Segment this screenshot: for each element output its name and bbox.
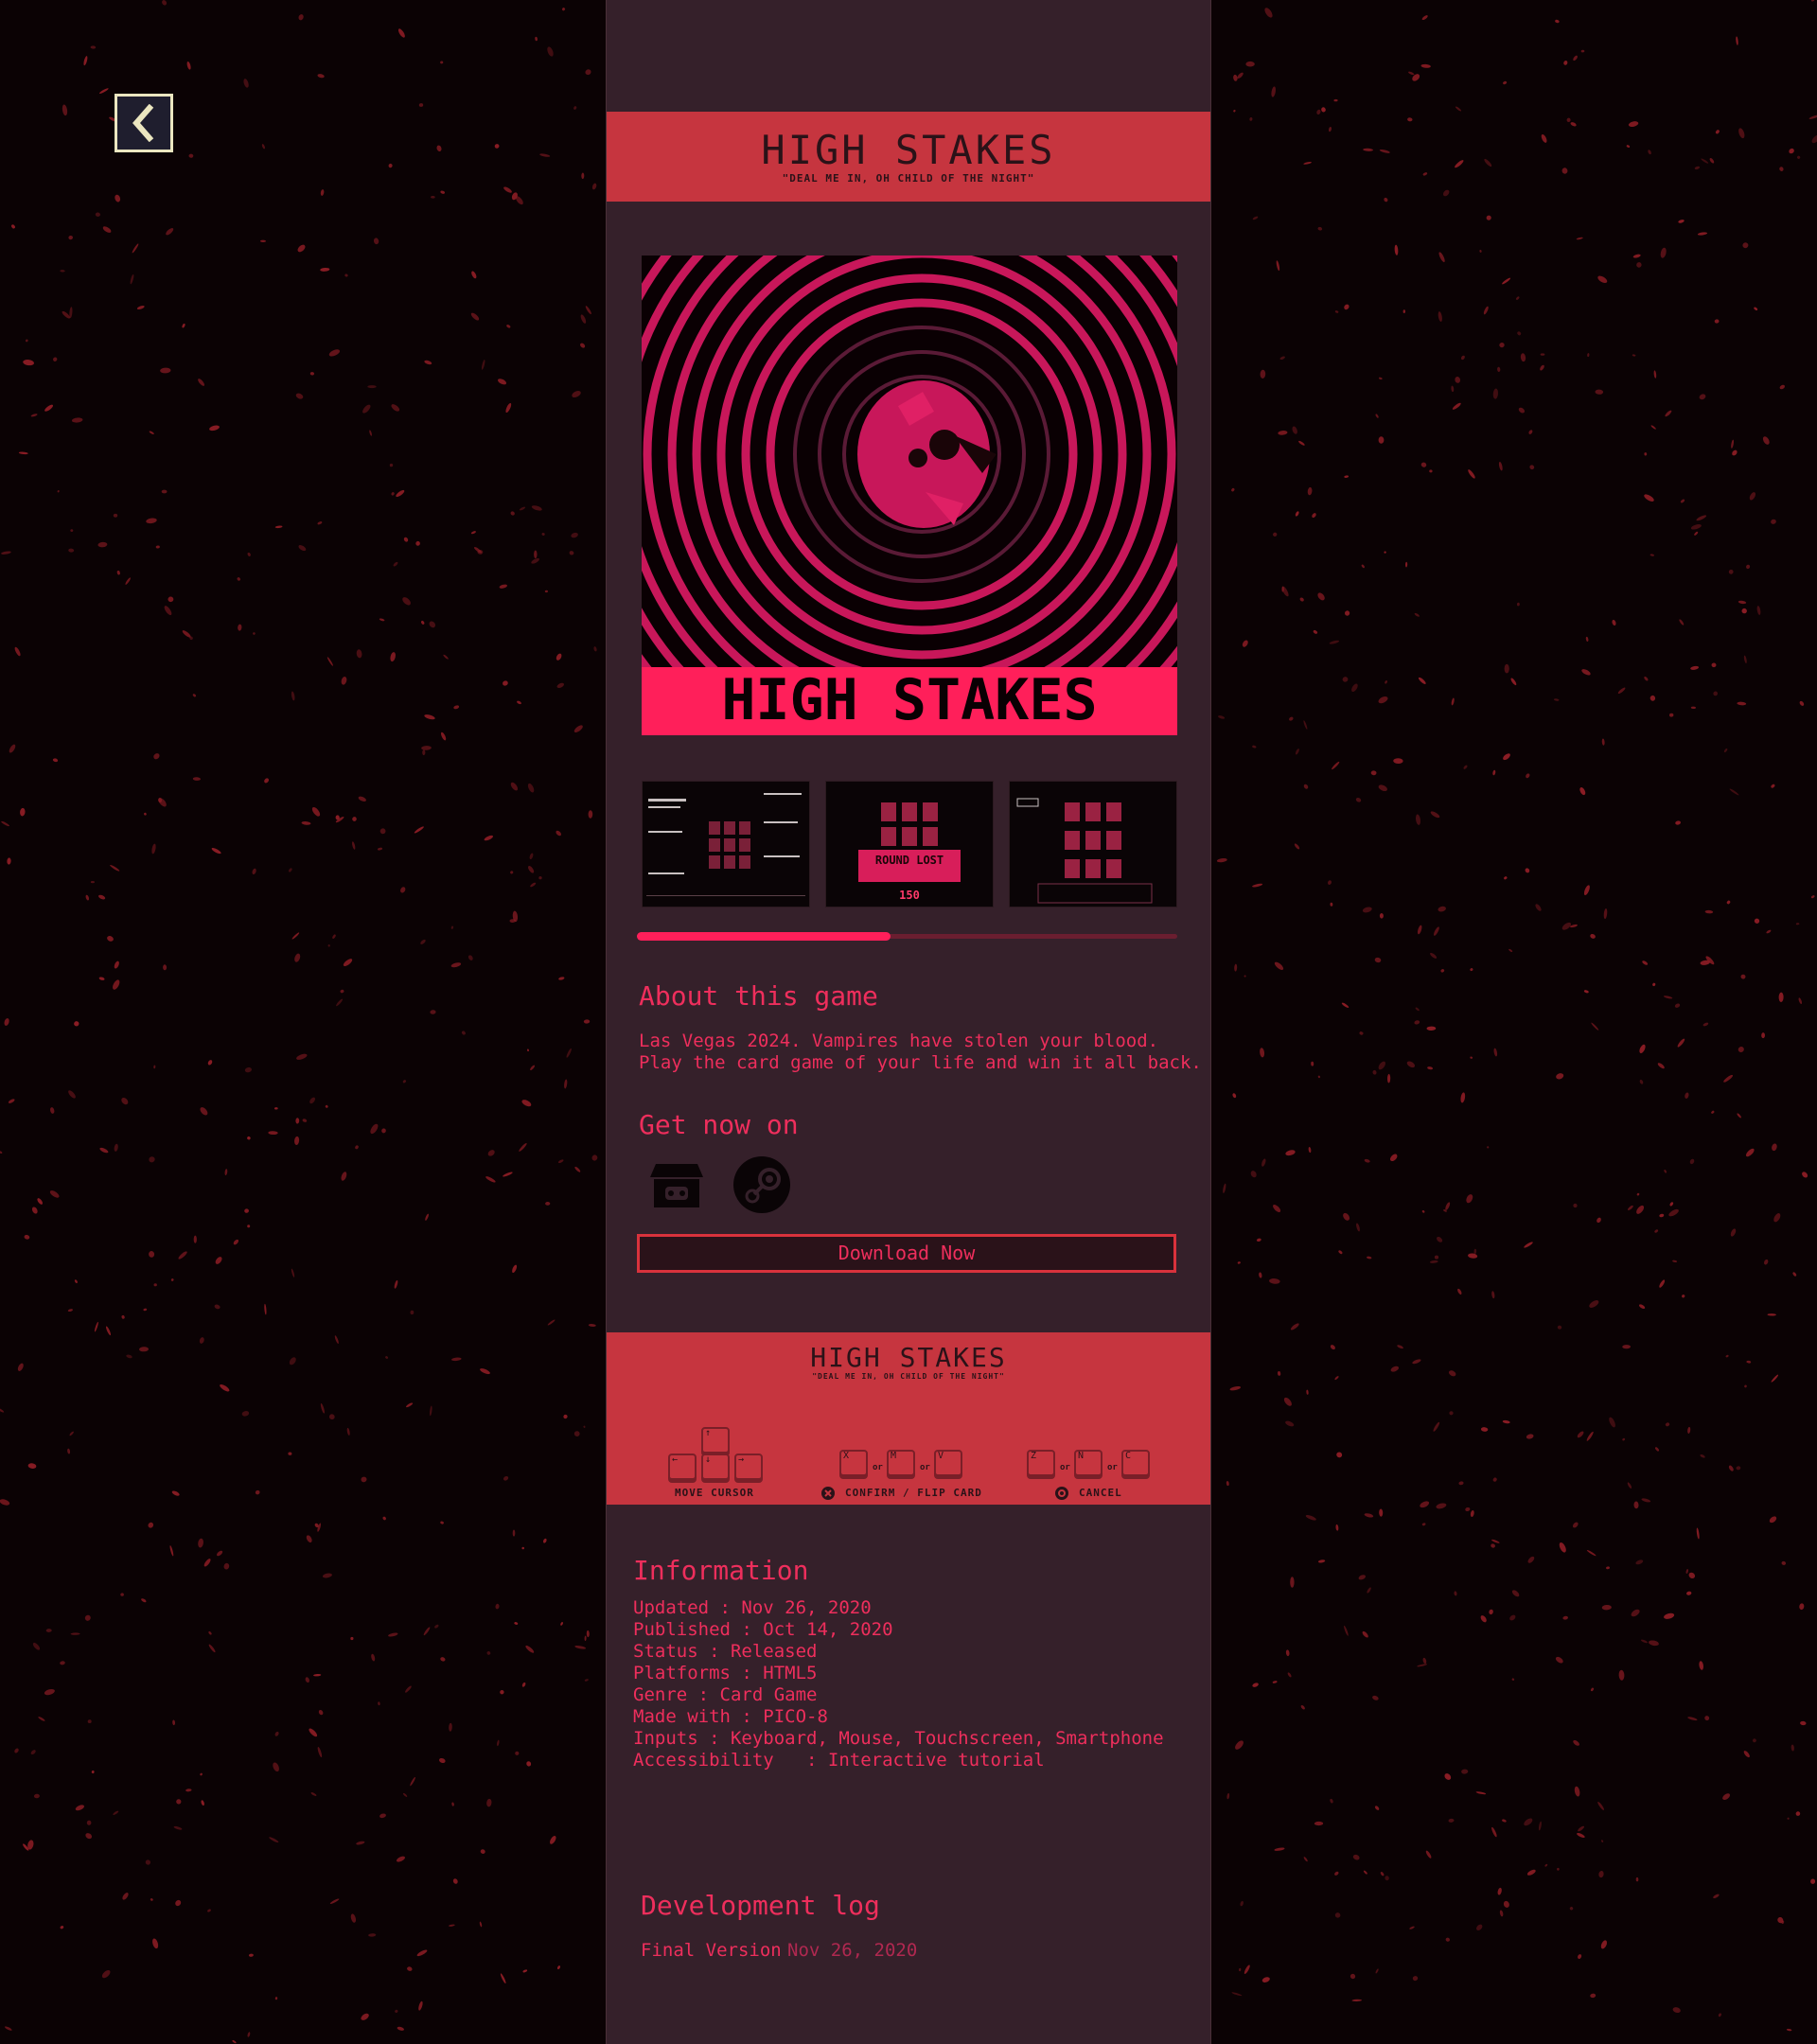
info-platforms: Platforms : HTML5	[633, 1663, 818, 1683]
controls-banner: HIGH STAKES "DEAL ME IN, OH CHILD OF THE…	[607, 1332, 1210, 1505]
about-heading: About this game	[639, 980, 878, 1012]
info-genre: Genre : Card Game	[633, 1684, 818, 1705]
o-button-icon	[1055, 1487, 1068, 1500]
round-lost-screenshot: ROUND LOST 150	[826, 782, 993, 907]
key-left: ←	[668, 1454, 697, 1480]
header-banner: HIGH STAKES "DEAL ME IN, OH CHILD OF THE…	[607, 112, 1210, 202]
about-text-line-2: Play the card game of your life and win …	[639, 1052, 1202, 1073]
gameplay-screenshot	[1010, 782, 1176, 907]
tutorial-screenshot	[643, 782, 809, 907]
key-down: ↓	[701, 1454, 730, 1480]
controls-tagline: "DEAL ME IN, OH CHILD OF THE NIGHT"	[812, 1372, 1005, 1381]
confirm-label: CONFIRM / FLIP CARD	[845, 1487, 982, 1499]
about-text-line-1: Las Vegas 2024. Vampires have stolen you…	[639, 1031, 1159, 1051]
gallery-scrollbar[interactable]	[637, 932, 1177, 941]
key-z: Z	[1027, 1450, 1055, 1476]
info-published: Published : Oct 14, 2020	[633, 1619, 893, 1640]
key-v: V	[934, 1450, 962, 1476]
or-text: or	[873, 1463, 883, 1472]
download-now-button[interactable]: Download Now	[637, 1234, 1176, 1273]
itch-io-icon[interactable]	[646, 1154, 707, 1215]
key-m: M	[887, 1450, 915, 1476]
info-status: Status : Released	[633, 1641, 818, 1662]
gallery-scrollbar-thumb[interactable]	[637, 932, 891, 941]
screenshot-thumbnail-1[interactable]	[642, 781, 810, 907]
screenshot-thumbnail-2[interactable]: ROUND LOST 150	[825, 781, 994, 907]
chevron-left-icon	[132, 104, 154, 142]
info-inputs: Inputs : Keyboard, Mouse, Touchscreen, S…	[633, 1728, 1164, 1749]
key-right: →	[734, 1454, 763, 1480]
x-button-icon	[821, 1487, 835, 1500]
devlog-heading: Development log	[641, 1890, 880, 1921]
info-accessibility: Accessibility : Interactive tutorial	[633, 1750, 1045, 1771]
key-up: ↑	[701, 1427, 730, 1454]
game-page-panel: HIGH STAKES "DEAL ME IN, OH CHILD OF THE…	[606, 0, 1211, 2044]
devlog-entry-title[interactable]: Final Version	[641, 1940, 782, 1961]
or-text: or	[1060, 1463, 1070, 1472]
controls-title: HIGH STAKES	[810, 1342, 1007, 1373]
key-n: N	[1074, 1450, 1103, 1476]
cover-image: HIGH STAKES	[642, 256, 1177, 735]
page-tagline: "DEAL ME IN, OH CHILD OF THE NIGHT"	[782, 172, 1035, 185]
info-updated: Updated : Nov 26, 2020	[633, 1597, 872, 1618]
move-cursor-label: MOVE CURSOR	[675, 1487, 754, 1499]
cover-title: HIGH STAKES	[721, 667, 1097, 733]
devlog-entry-date: Nov 26, 2020	[787, 1940, 918, 1961]
round-lost-score: 150	[899, 889, 920, 902]
page-title: HIGH STAKES	[761, 127, 1056, 173]
information-heading: Information	[633, 1555, 809, 1586]
key-c: C	[1121, 1450, 1150, 1476]
get-now-heading: Get now on	[639, 1109, 799, 1140]
steam-icon[interactable]	[732, 1154, 792, 1215]
cancel-label: CANCEL	[1079, 1487, 1122, 1499]
key-x: X	[839, 1450, 868, 1476]
info-made-with: Made with : PICO-8	[633, 1706, 828, 1727]
screenshot-thumbnail-3[interactable]	[1009, 781, 1177, 907]
back-button[interactable]	[115, 94, 173, 152]
or-text: or	[1107, 1463, 1118, 1472]
or-text: or	[920, 1463, 930, 1472]
round-lost-caption: ROUND LOST	[875, 854, 944, 867]
